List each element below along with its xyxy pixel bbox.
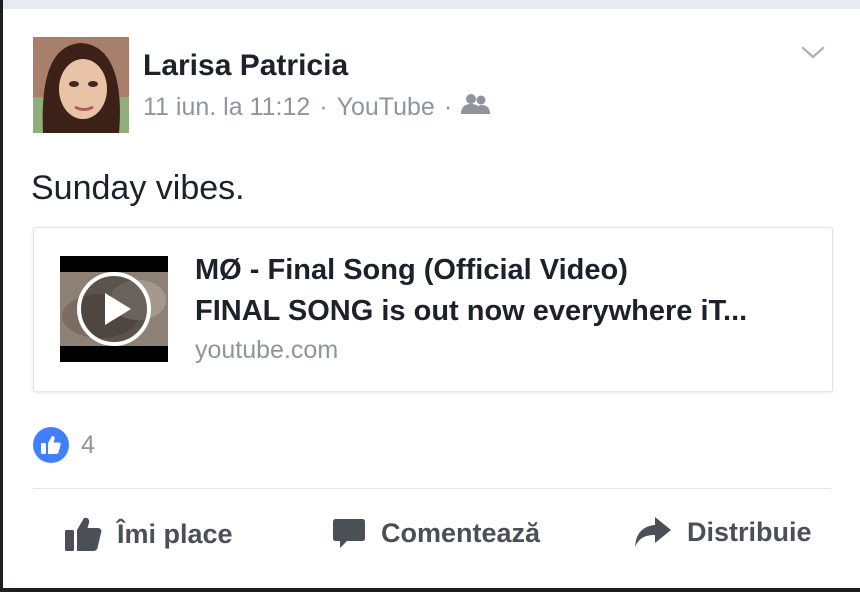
left-border <box>0 0 3 592</box>
share-icon <box>635 517 671 547</box>
link-description: FINAL SONG is out now everywhere iT... <box>195 295 748 327</box>
meta-separator: · <box>443 93 453 121</box>
comment-label: Comentează <box>381 517 541 548</box>
reaction-summary[interactable]: 4 <box>33 427 95 463</box>
post-meta: 11 iun. la 11:12 · YouTube · <box>143 93 491 122</box>
like-label: Îmi place <box>117 518 233 549</box>
post-author[interactable]: Larisa Patricia <box>143 49 348 83</box>
link-preview-card[interactable]: MØ - Final Song (Official Video) FINAL S… <box>33 227 833 392</box>
screenshot-frame: Larisa Patricia 11 iun. la 11:12 · YouTu… <box>0 0 860 592</box>
friends-icon[interactable] <box>461 93 491 122</box>
share-label: Distribuie <box>687 516 812 547</box>
meta-separator: · <box>319 93 328 121</box>
feed-post: Larisa Patricia 11 iun. la 11:12 · YouTu… <box>3 9 860 588</box>
top-border <box>0 0 860 9</box>
share-button[interactable]: Distribuie <box>633 515 812 549</box>
comment-button[interactable]: Comentează <box>331 515 540 551</box>
avatar-photo <box>33 37 129 133</box>
link-title[interactable]: MØ - Final Song (Official Video) <box>195 254 628 287</box>
comment-icon <box>333 519 365 548</box>
action-divider <box>33 488 831 489</box>
reaction-count: 4 <box>81 430 95 459</box>
post-status-text: Sunday vibes. <box>31 169 245 207</box>
bottom-border <box>0 588 860 592</box>
thumbs-up-icon <box>65 517 102 551</box>
video-thumbnail[interactable] <box>60 256 168 362</box>
post-timestamp[interactable]: 11 iun. la 11:12 <box>143 93 310 122</box>
chevron-down-icon[interactable] <box>800 39 826 65</box>
link-domain: youtube.com <box>195 336 339 364</box>
like-icon <box>33 427 69 463</box>
post-source[interactable]: YouTube <box>337 93 435 122</box>
avatar[interactable] <box>33 37 129 133</box>
like-button[interactable]: Îmi place <box>63 515 233 553</box>
